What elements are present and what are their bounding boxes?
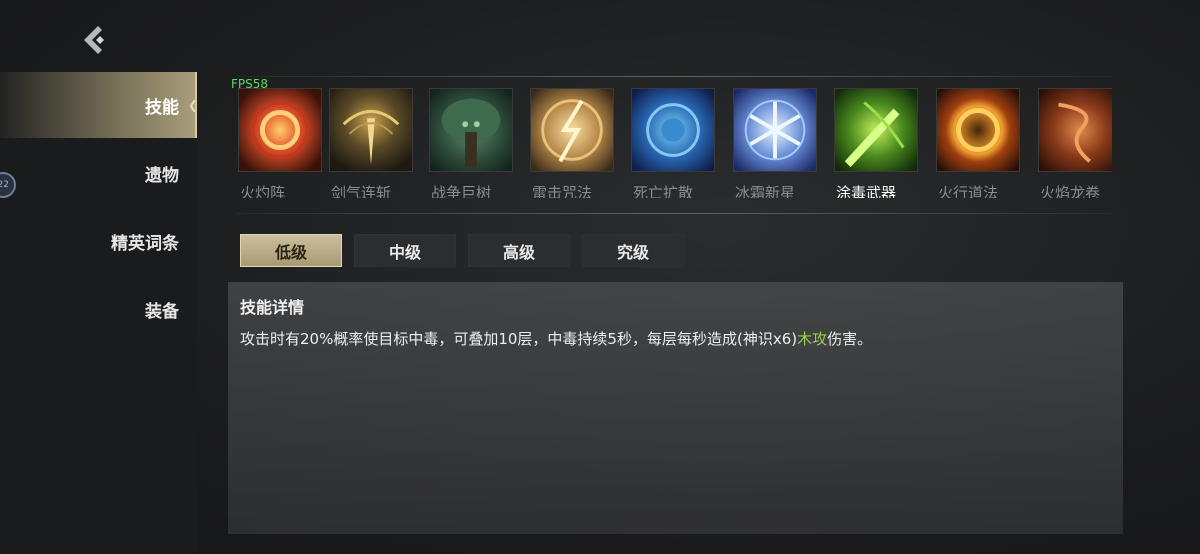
skill-name: 冰霜新星: [735, 184, 796, 198]
fire-ring-icon: [238, 88, 322, 172]
badge-count: 22: [0, 180, 9, 190]
skill-item[interactable]: 死亡扩散: [631, 88, 715, 198]
skill-detail-panel: 技能详情 攻击时有20%概率使目标中毒，可叠加10层，中毒持续5秒，每层每秒造成…: [228, 282, 1123, 534]
sidebar: 技能 ❮ 遗物 精英词条 装备: [0, 72, 199, 554]
skill-name: 火灼阵: [240, 184, 286, 198]
skill-item[interactable]: 火灼阵: [238, 88, 322, 198]
skill-item[interactable]: 剑气连斩: [329, 88, 413, 198]
sidebar-item-label: 遗物: [145, 165, 179, 186]
sidebar-item-elite-affixes[interactable]: 精英词条: [0, 208, 197, 274]
skill-name: 战争巨树: [431, 184, 492, 198]
skill-name: 火焰龙卷: [1040, 184, 1101, 198]
sidebar-item-equipment[interactable]: 装备: [0, 276, 197, 342]
war-tree-icon: [429, 88, 513, 172]
skill-item[interactable]: 火行道法: [936, 88, 1020, 198]
skill-list: 火灼阵 剑气连斩 战争巨树 雷击咒法 死亡扩散 冰霜新星 涂毒武器 火行道法 火…: [238, 88, 1112, 198]
skill-name: 涂毒武器: [836, 184, 897, 198]
lightning-icon: [530, 88, 614, 172]
detail-text-part: 攻击时有20%概率使目标中毒，可叠加10层，中毒持续5秒，每层每秒造成(神识x6…: [240, 330, 798, 348]
divider-bottom: [236, 213, 1112, 214]
skill-item[interactable]: 冰霜新星: [733, 88, 817, 198]
level-tab-low[interactable]: 低级: [240, 234, 342, 267]
skill-name: 死亡扩散: [633, 184, 694, 198]
level-tab-mid[interactable]: 中级: [354, 234, 456, 267]
detail-text-part: 伤害。: [827, 330, 873, 348]
skill-item[interactable]: 战争巨树: [429, 88, 513, 198]
skill-item-selected[interactable]: 涂毒武器: [834, 88, 918, 198]
level-tab-ultimate[interactable]: 究级: [582, 234, 684, 267]
skill-name: 雷击咒法: [532, 184, 593, 198]
skill-name: 火行道法: [938, 184, 999, 198]
divider-top: [236, 76, 1112, 77]
poison-weapon-icon: [834, 88, 918, 172]
back-chevron-icon: [84, 26, 104, 54]
back-button[interactable]: [76, 22, 112, 58]
detail-description: 攻击时有20%概率使目标中毒，可叠加10层，中毒持续5秒，每层每秒造成(神识x6…: [240, 328, 872, 349]
skill-item[interactable]: 火焰龙卷: [1038, 88, 1112, 198]
sidebar-item-skills[interactable]: 技能 ❮: [0, 72, 199, 138]
skill-name: 剑气连斩: [331, 184, 392, 198]
death-spread-icon: [631, 88, 715, 172]
fire-tornado-icon: [1038, 88, 1112, 172]
sidebar-item-relics[interactable]: 遗物: [0, 140, 197, 206]
sidebar-item-label: 精英词条: [111, 233, 179, 254]
frost-nova-icon: [733, 88, 817, 172]
skill-item[interactable]: 雷击咒法: [530, 88, 614, 198]
active-indicator-icon: ❮: [188, 98, 199, 112]
fire-circle-icon: [936, 88, 1020, 172]
level-tab-high[interactable]: 高级: [468, 234, 570, 267]
sidebar-item-label: 技能: [145, 97, 179, 118]
detail-text-highlight: 木攻: [797, 330, 828, 348]
sword-qi-icon: [329, 88, 413, 172]
detail-title: 技能详情: [240, 298, 305, 317]
sidebar-item-label: 装备: [145, 301, 179, 322]
